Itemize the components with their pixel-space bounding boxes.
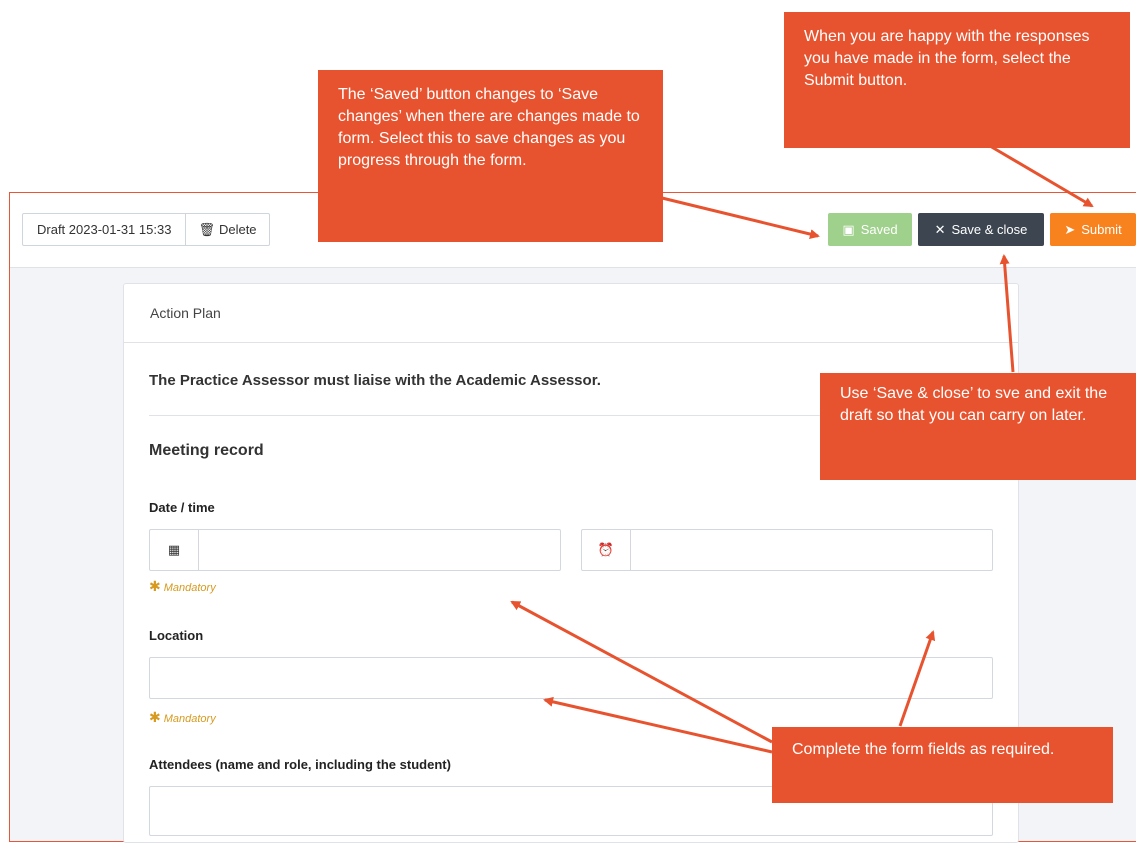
callout-fields: Complete the form fields as required. bbox=[772, 727, 1113, 803]
floppy-icon: ▣ bbox=[842, 222, 855, 237]
card-title: Action Plan bbox=[124, 284, 1018, 343]
attendees-label: Attendees (name and role, including the … bbox=[149, 757, 451, 772]
date-time-label: Date / time bbox=[149, 500, 215, 515]
callout-save-close: Use ‘Save & close’ to sve and exit the d… bbox=[820, 373, 1136, 480]
location-mandatory: ✱ Mandatory bbox=[149, 709, 216, 726]
instruction-text: The Practice Assessor must liaise with t… bbox=[149, 372, 601, 389]
location-input[interactable] bbox=[149, 657, 993, 699]
close-icon: ✕ bbox=[934, 222, 946, 237]
asterisk-icon: ✱ bbox=[149, 709, 161, 725]
draft-group: Draft 2023-01-31 15:33 🗑 Delete bbox=[22, 213, 270, 246]
delete-button[interactable]: 🗑 Delete bbox=[186, 214, 268, 245]
mandatory-label: Mandatory bbox=[163, 713, 216, 725]
saved-button[interactable]: ▣ Saved bbox=[828, 213, 912, 246]
submit-label: Submit bbox=[1081, 222, 1122, 237]
date-mandatory: ✱ Mandatory bbox=[149, 578, 216, 595]
trash-icon: 🗑 bbox=[198, 222, 215, 237]
time-input[interactable]: ⏰ bbox=[581, 529, 993, 571]
date-input[interactable]: ▦ bbox=[149, 529, 561, 571]
callout-saved: The ‘Saved’ button changes to ‘Save chan… bbox=[318, 70, 663, 242]
save-close-label: Save & close bbox=[951, 222, 1028, 237]
paper-plane-icon: ➤ bbox=[1064, 222, 1076, 237]
delete-label: Delete bbox=[218, 222, 257, 237]
callout-submit: When you are happy with the responses yo… bbox=[784, 12, 1130, 148]
clock-icon: ⏰ bbox=[582, 530, 631, 570]
mandatory-label: Mandatory bbox=[163, 582, 216, 594]
section-title: Meeting record bbox=[149, 442, 264, 459]
draft-label: Draft 2023-01-31 15:33 bbox=[23, 214, 187, 245]
calendar-icon: ▦ bbox=[150, 530, 199, 570]
save-close-button[interactable]: ✕ Save & close bbox=[918, 213, 1044, 246]
saved-label: Saved bbox=[860, 222, 898, 237]
asterisk-icon: ✱ bbox=[149, 578, 161, 594]
location-label: Location bbox=[149, 628, 204, 643]
submit-button[interactable]: ➤ Submit bbox=[1050, 213, 1136, 246]
